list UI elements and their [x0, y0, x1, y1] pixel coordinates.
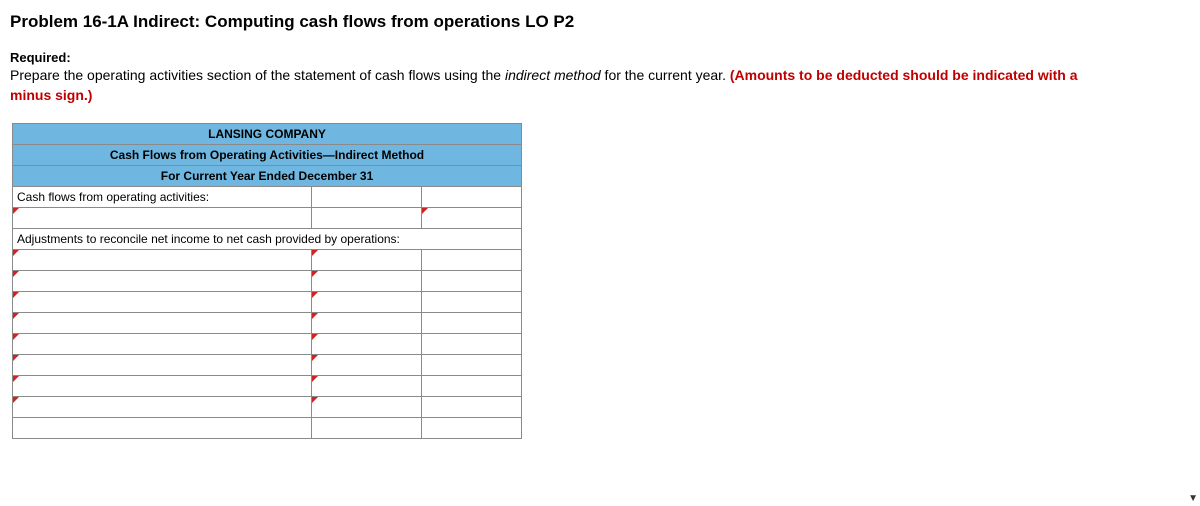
input-b8[interactable] — [312, 271, 422, 292]
input-b14[interactable] — [312, 397, 422, 418]
problem-title: Problem 16-1A Indirect: Computing cash f… — [10, 12, 1190, 32]
input-b12[interactable] — [312, 355, 422, 376]
cell-b15 — [312, 418, 422, 439]
cashflow-table: LANSING COMPANY Cash Flows from Operatin… — [12, 123, 522, 439]
cell-c9 — [422, 292, 522, 313]
company-header: LANSING COMPANY — [13, 124, 522, 145]
input-b7[interactable] — [312, 250, 422, 271]
input-b13[interactable] — [312, 376, 422, 397]
cell-c7 — [422, 250, 522, 271]
cell-b5 — [312, 208, 422, 229]
cell-c10 — [422, 313, 522, 334]
input-b9[interactable] — [312, 292, 422, 313]
inst-part1: Prepare the operating activities section… — [10, 67, 505, 83]
input-a8[interactable] — [13, 271, 312, 292]
input-b10[interactable] — [312, 313, 422, 334]
input-a11[interactable] — [13, 334, 312, 355]
cell-b4 — [312, 187, 422, 208]
cell-c12 — [422, 355, 522, 376]
input-a9[interactable] — [13, 292, 312, 313]
section2-label: Adjustments to reconcile net income to n… — [13, 229, 522, 250]
cell-c14 — [422, 397, 522, 418]
cell-c15 — [422, 418, 522, 439]
required-label: Required: — [10, 50, 1190, 65]
input-a13[interactable] — [13, 376, 312, 397]
input-c5[interactable] — [422, 208, 522, 229]
inst-part2: for the current year. — [601, 67, 730, 83]
instructions: Prepare the operating activities section… — [10, 66, 1110, 105]
subtitle-header: Cash Flows from Operating Activities—Ind… — [13, 145, 522, 166]
cell-a15 — [13, 418, 312, 439]
cell-c8 — [422, 271, 522, 292]
inst-italic: indirect method — [505, 67, 601, 83]
input-a5[interactable] — [13, 208, 312, 229]
section1-label: Cash flows from operating activities: — [13, 187, 312, 208]
scroll-down-icon[interactable]: ▼ — [1188, 493, 1198, 504]
input-a10[interactable] — [13, 313, 312, 334]
period-header: For Current Year Ended December 31 — [13, 166, 522, 187]
cell-c13 — [422, 376, 522, 397]
cell-c11 — [422, 334, 522, 355]
input-b11[interactable] — [312, 334, 422, 355]
cell-c4 — [422, 187, 522, 208]
input-a7[interactable] — [13, 250, 312, 271]
input-a12[interactable] — [13, 355, 312, 376]
input-a14[interactable] — [13, 397, 312, 418]
